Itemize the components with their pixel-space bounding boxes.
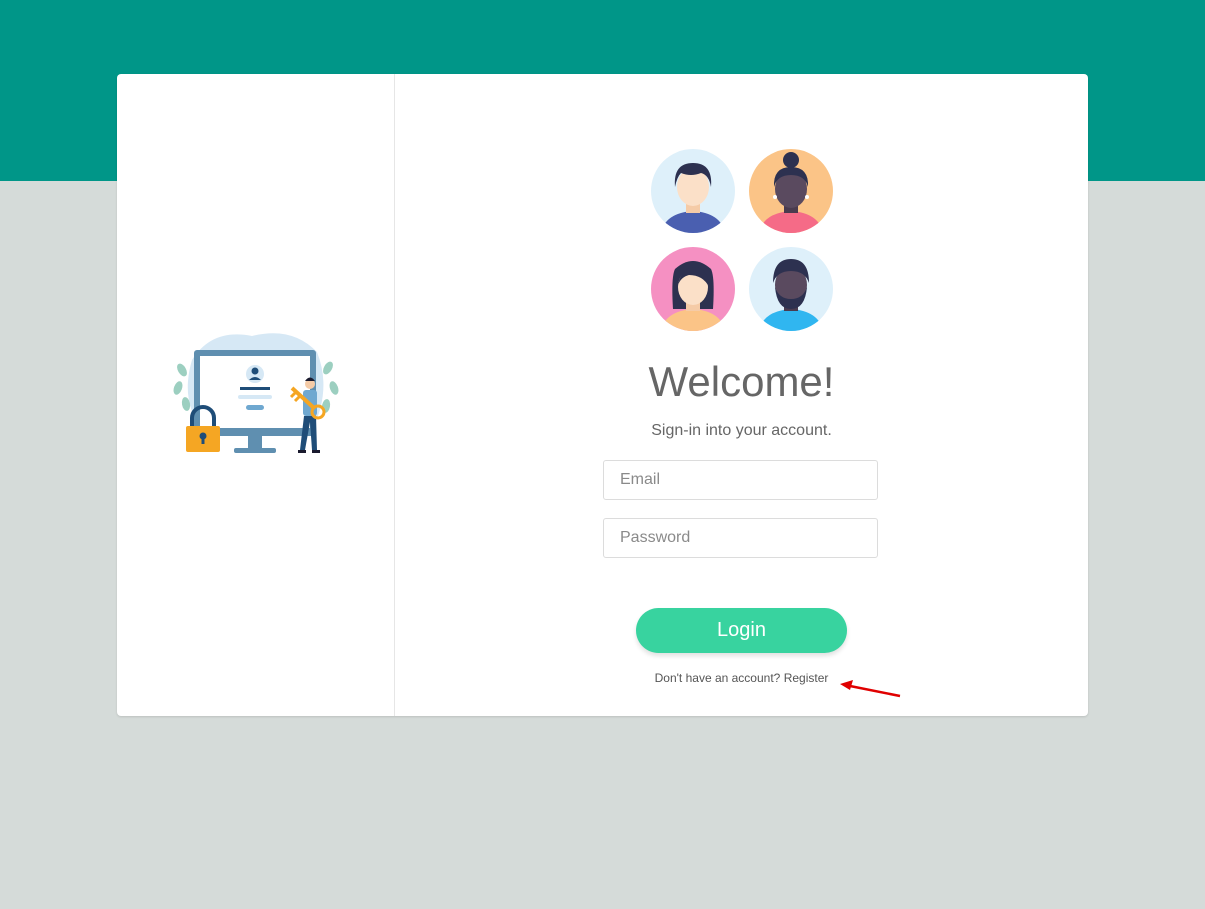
welcome-title: Welcome! — [648, 358, 835, 405]
register-prompt-line: Don't have an account? Register — [395, 671, 1088, 685]
avatar-woman-bun-icon — [749, 149, 833, 233]
password-input[interactable] — [603, 518, 878, 558]
login-illustration-icon — [173, 333, 339, 453]
avatar-woman-icon — [651, 247, 735, 331]
login-button[interactable]: Login — [636, 608, 847, 653]
avatar-man-icon — [651, 149, 735, 233]
signin-subtitle: Sign-in into your account. — [651, 422, 832, 439]
signin-form: Welcome! Sign-in into your account. Logi… — [395, 74, 1088, 716]
avatar-group — [651, 149, 835, 333]
illustration-pane — [117, 74, 395, 716]
annotation-arrow-icon — [840, 680, 901, 698]
register-prompt-text: Don't have an account? — [654, 671, 781, 685]
avatar-bearded-man-icon — [749, 247, 833, 331]
register-link[interactable]: Register — [784, 671, 829, 685]
email-input[interactable] — [603, 460, 878, 500]
login-card: Welcome! Sign-in into your account. Logi… — [117, 74, 1088, 716]
